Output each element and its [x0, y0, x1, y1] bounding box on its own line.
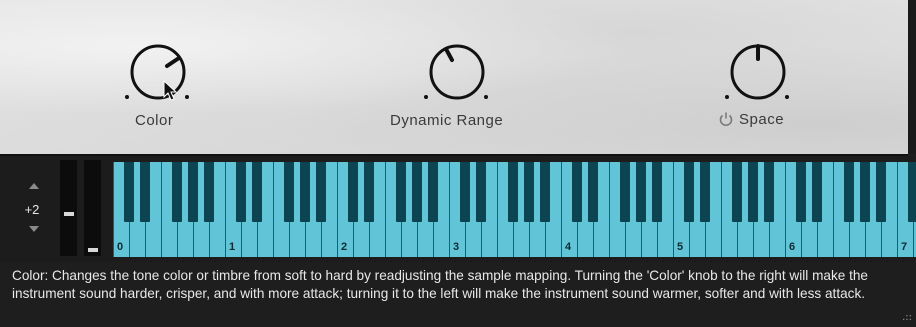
black-key[interactable]: [188, 162, 198, 222]
octave-label: 6: [789, 241, 796, 253]
color-knob-label: Color: [135, 112, 174, 129]
black-key[interactable]: [364, 162, 374, 222]
black-key[interactable]: [524, 162, 534, 222]
black-key[interactable]: [540, 162, 550, 222]
black-key[interactable]: [700, 162, 710, 222]
black-key[interactable]: [124, 162, 134, 222]
black-key[interactable]: [172, 162, 182, 222]
transpose-value: +2: [24, 202, 40, 217]
transpose-down-icon[interactable]: [29, 226, 39, 232]
black-key[interactable]: [204, 162, 214, 222]
power-icon[interactable]: [718, 111, 734, 127]
color-knob[interactable]: [123, 42, 193, 112]
octave-label: 5: [677, 241, 684, 253]
black-key[interactable]: [460, 162, 470, 222]
black-key[interactable]: [476, 162, 486, 222]
dynamic-range-knob-label: Dynamic Range: [390, 112, 504, 129]
info-panel: Color: Changes the tone color or timbre …: [0, 262, 916, 327]
black-key[interactable]: [684, 162, 694, 222]
piano-keyboard[interactable]: 0 1 2 3 4 5 6 7: [113, 162, 916, 257]
keyboard-area: +2 0 1 2 3 4 5 6 7: [0, 156, 916, 262]
black-key[interactable]: [620, 162, 630, 222]
panel-edge: [908, 0, 916, 154]
black-key[interactable]: [652, 162, 662, 222]
resize-grip-icon[interactable]: .::: [902, 312, 912, 323]
black-key[interactable]: [732, 162, 742, 222]
black-key[interactable]: [572, 162, 582, 222]
black-key[interactable]: [748, 162, 758, 222]
black-key[interactable]: [844, 162, 854, 222]
black-key[interactable]: [300, 162, 310, 222]
octave-label: 2: [341, 241, 348, 253]
black-key[interactable]: [348, 162, 358, 222]
space-knob[interactable]: [723, 42, 793, 112]
black-key[interactable]: [508, 162, 518, 222]
black-key[interactable]: [236, 162, 246, 222]
black-key[interactable]: [812, 162, 822, 222]
octave-label: 4: [565, 241, 572, 253]
transpose-up-icon[interactable]: [29, 183, 39, 189]
black-key[interactable]: [860, 162, 870, 222]
mouse-cursor-icon: [163, 80, 178, 101]
octave-label: 1: [229, 241, 236, 253]
black-key[interactable]: [876, 162, 886, 222]
black-key[interactable]: [428, 162, 438, 222]
control-panel: Color Dynamic Range Space: [0, 0, 908, 156]
black-key[interactable]: [412, 162, 422, 222]
space-knob-label: Space: [739, 111, 785, 128]
black-key[interactable]: [764, 162, 774, 222]
dynamic-range-knob[interactable]: [422, 42, 492, 112]
black-key[interactable]: [252, 162, 262, 222]
info-text: Color: Changes the tone color or timbre …: [12, 268, 868, 301]
black-key[interactable]: [140, 162, 150, 222]
black-key[interactable]: [908, 162, 916, 222]
black-key[interactable]: [284, 162, 294, 222]
level-meter-right: [84, 160, 101, 256]
black-key[interactable]: [316, 162, 326, 222]
level-meter-left: [60, 160, 77, 256]
octave-label: 3: [453, 241, 460, 253]
black-key[interactable]: [588, 162, 598, 222]
black-key[interactable]: [796, 162, 806, 222]
octave-label: 7: [901, 241, 908, 253]
black-key[interactable]: [636, 162, 646, 222]
black-key[interactable]: [396, 162, 406, 222]
octave-label: 0: [117, 241, 124, 253]
